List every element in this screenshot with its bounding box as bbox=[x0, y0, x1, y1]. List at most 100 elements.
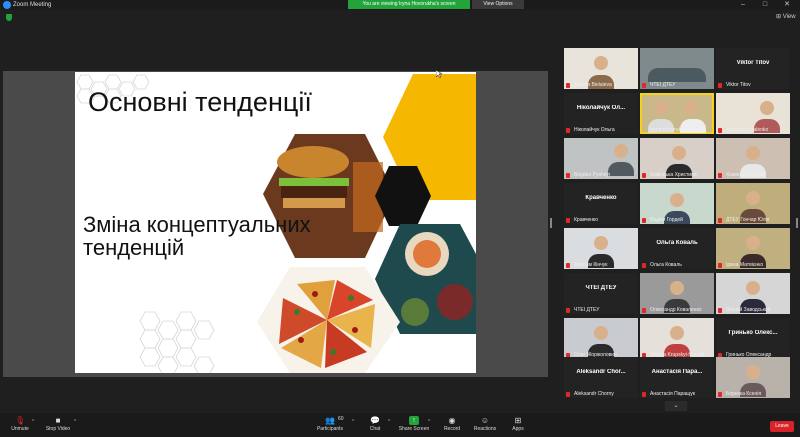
chevron-up-icon[interactable]: ^ bbox=[32, 419, 34, 425]
hexagon-pattern-bottom bbox=[139, 311, 215, 373]
participants-button[interactable]: 👥 Participants bbox=[310, 415, 350, 437]
participant-tile[interactable]: Bogdan Pyshnyi bbox=[564, 138, 638, 179]
participant-name: Хоменко Вікторія bbox=[726, 172, 766, 178]
participant-tile[interactable]: Олександр Коваленко bbox=[640, 273, 714, 314]
mic-muted-icon bbox=[642, 218, 646, 223]
share-screen-icon: ↑ bbox=[409, 416, 419, 425]
participant-tile[interactable]: Вадим Гордей bbox=[640, 183, 714, 224]
chevron-down-icon[interactable]: ⌄ bbox=[665, 401, 687, 411]
microphone-muted-icon: 🎙 bbox=[15, 416, 26, 425]
participant-tile[interactable]: Tetiana Krupskyi-Haradii bbox=[640, 318, 714, 359]
scrollbar[interactable] bbox=[796, 218, 798, 228]
participant-tile[interactable]: Ірина Матвієнко bbox=[716, 228, 790, 269]
participant-tile[interactable]: Березка Ксенія bbox=[716, 357, 790, 398]
participant-tile[interactable]: ДТЕУ Гончар Юлія bbox=[716, 183, 790, 224]
participant-tile[interactable]: Tetyana Kovalenko bbox=[716, 93, 790, 134]
view-options-button[interactable]: View Options bbox=[472, 0, 524, 9]
panel-divider-handle[interactable] bbox=[550, 218, 552, 228]
participant-tile[interactable]: Кравченко Кравченко bbox=[564, 183, 638, 224]
close-button[interactable]: ✕ bbox=[776, 0, 798, 10]
participant-name: Ірина Матвієнко bbox=[726, 262, 764, 268]
participant-face bbox=[670, 326, 684, 340]
participant-name: Максим Кінчук bbox=[574, 262, 608, 268]
participant-tile-active-speaker[interactable]: Iryna Hovorukha bbox=[640, 93, 714, 134]
viewing-banner: You are viewing Iryna Hovorukha's screen bbox=[348, 0, 470, 9]
zoom-logo-icon bbox=[3, 1, 11, 9]
participant-tile[interactable]: ЧТЕІ ДТЕУ bbox=[640, 48, 714, 89]
mic-muted-icon bbox=[566, 218, 570, 223]
participant-name: Березка Ксенія bbox=[726, 391, 762, 397]
burger-lettuce bbox=[279, 178, 349, 186]
participant-tile[interactable]: Анастасія Пара... Анастасія Паращук bbox=[640, 357, 714, 398]
participant-tile[interactable]: Хоменко Вікторія bbox=[716, 138, 790, 179]
participant-name: Iryna Hovorukha bbox=[650, 127, 687, 133]
minimize-button[interactable]: – bbox=[732, 0, 754, 10]
participant-name: Вадим Гордей bbox=[650, 217, 683, 223]
mic-muted-icon bbox=[718, 392, 722, 397]
poke-bowl-center bbox=[413, 240, 441, 268]
participant-face bbox=[684, 101, 698, 115]
participant-name: Aleksandr Chorny bbox=[574, 391, 614, 397]
stop-video-label: Stop Video bbox=[45, 426, 71, 432]
participants-icon: 👥 bbox=[325, 416, 335, 425]
mic-muted-icon bbox=[718, 263, 722, 268]
participant-tile[interactable]: Олег Жоржолович bbox=[564, 318, 638, 359]
apps-button[interactable]: ⊞ Apps bbox=[498, 415, 538, 437]
mic-muted-icon bbox=[566, 128, 570, 133]
participant-face bbox=[746, 191, 760, 205]
apps-grid-icon: ⊞ bbox=[514, 416, 522, 425]
view-button[interactable]: ⊞ View bbox=[776, 13, 796, 21]
participant-name: Bogdan Pyshnyi bbox=[574, 172, 611, 178]
participant-face bbox=[654, 101, 668, 115]
participant-face bbox=[746, 365, 760, 379]
participant-face bbox=[670, 281, 684, 295]
meeting-toolbar: 🎙 Unmute ^ ■ Stop Video ^ 👥 Participants… bbox=[0, 413, 800, 437]
participant-tile[interactable]: Viktor Titov Viktor Titov bbox=[716, 48, 790, 89]
chevron-up-icon[interactable]: ^ bbox=[352, 419, 354, 425]
view-label: View bbox=[782, 14, 796, 20]
chevron-up-icon[interactable]: ^ bbox=[74, 419, 76, 425]
participant-face bbox=[746, 281, 760, 295]
participant-face bbox=[746, 146, 760, 160]
smiley-icon: ☺ bbox=[480, 416, 490, 425]
participants-label: Participants bbox=[316, 426, 344, 432]
participant-display-name: Кравченко bbox=[585, 195, 617, 201]
participants-count: 60 bbox=[338, 416, 344, 422]
participant-tile[interactable]: Камінська Христина bbox=[640, 138, 714, 179]
conference-room bbox=[648, 68, 706, 82]
greens-bowl bbox=[401, 298, 429, 326]
participant-tile[interactable]: Aleksandr Chor... Aleksandr Chorny bbox=[564, 357, 638, 398]
mic-muted-icon bbox=[642, 83, 646, 88]
salad-bowl bbox=[437, 284, 473, 320]
burger-patty bbox=[281, 186, 347, 198]
participant-name: ЧТЕІ ДТЕУ bbox=[650, 82, 676, 88]
maximize-button[interactable]: □ bbox=[754, 0, 776, 10]
mic-muted-icon bbox=[566, 308, 570, 313]
stop-video-button[interactable]: ■ Stop Video bbox=[38, 415, 78, 437]
participant-tile[interactable]: Ніколайчук Ол... Ніколайчук Ольга bbox=[564, 93, 638, 134]
participant-tile[interactable]: Віталій Заводський bbox=[716, 273, 790, 314]
participant-name: Анастасія Паращук bbox=[650, 391, 695, 397]
chat-bubble-icon: 💬 bbox=[370, 416, 380, 425]
burger-bun-bottom bbox=[283, 198, 345, 208]
chevron-up-icon[interactable]: ^ bbox=[388, 419, 390, 425]
participant-name: Tetyana Kovalenko bbox=[726, 127, 769, 133]
participant-name: Кравченко bbox=[574, 217, 599, 223]
share-screen-label: Share Screen bbox=[398, 426, 430, 432]
participant-tile[interactable]: ЧТЕІ ДТЕУ ЧТЕІ ДТЕУ bbox=[564, 273, 638, 314]
participant-face bbox=[594, 326, 608, 340]
video-camera-icon: ■ bbox=[55, 416, 61, 425]
mic-muted-icon bbox=[566, 392, 570, 397]
participant-tile[interactable]: Гринько Олекс... Гринько Олександр bbox=[716, 318, 790, 359]
security-shield-icon bbox=[6, 14, 12, 21]
chevron-up-icon[interactable]: ^ bbox=[428, 419, 430, 425]
participant-tile[interactable]: Ольга Коваль Ольга Коваль bbox=[640, 228, 714, 269]
participant-face bbox=[760, 101, 774, 115]
participant-name: Ніколайчук Ольга bbox=[574, 127, 615, 133]
participant-name: Tatiana Bielaieva bbox=[574, 82, 612, 88]
participant-display-name: ЧТЕІ ДТЕУ bbox=[585, 285, 617, 291]
participant-name: ДТЕУ Гончар Юлія bbox=[726, 217, 770, 223]
participant-tile[interactable]: Максим Кінчук bbox=[564, 228, 638, 269]
leave-button[interactable]: Leave bbox=[770, 421, 794, 432]
participant-tile[interactable]: Tatiana Bielaieva bbox=[564, 48, 638, 89]
